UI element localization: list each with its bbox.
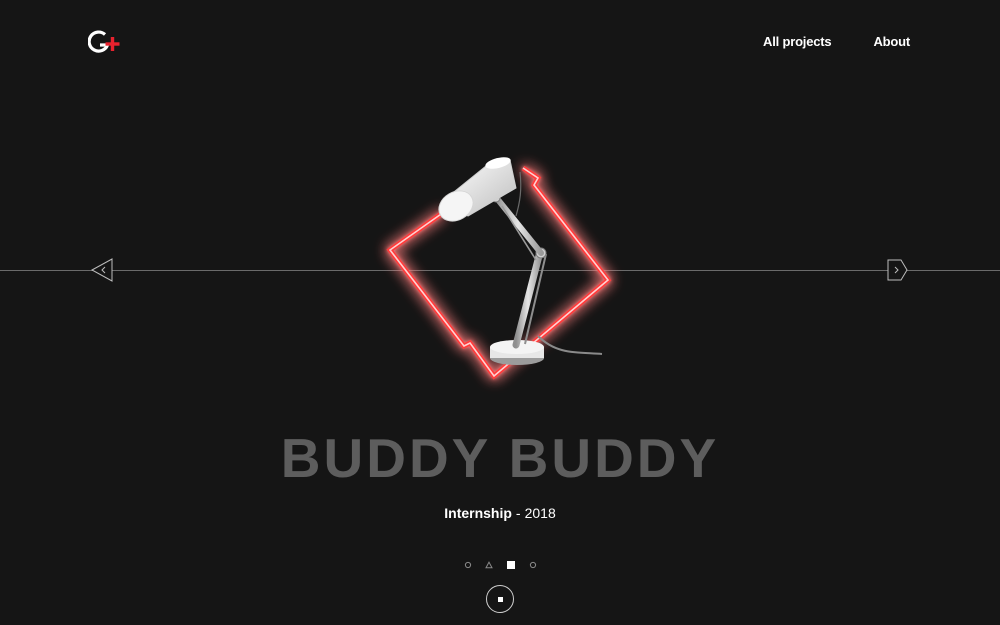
- pagination-dot-4[interactable]: [529, 561, 537, 569]
- project-title[interactable]: BUDDY BUDDY: [0, 425, 1000, 491]
- meta-separator: -: [515, 505, 521, 521]
- pagination-dot-3-active[interactable]: [506, 560, 516, 570]
- slide-pagination: [460, 559, 540, 571]
- g-plus-logo-icon: [88, 30, 120, 53]
- nav-about[interactable]: About: [873, 34, 910, 49]
- project-image[interactable]: [360, 140, 640, 400]
- chevron-left-triangle-icon: [90, 258, 113, 282]
- square-icon: [497, 596, 503, 602]
- logo[interactable]: [88, 28, 122, 56]
- desk-lamp-neon-diamond-icon: [386, 157, 612, 380]
- open-project-button[interactable]: [486, 585, 514, 613]
- project-type: Internship: [444, 505, 512, 521]
- prev-slide-button[interactable]: [90, 258, 114, 282]
- project-meta: Internship -2018: [0, 505, 1000, 521]
- pagination-dot-2[interactable]: [484, 561, 493, 569]
- chevron-right-pentagon-icon: [887, 259, 908, 281]
- next-slide-button[interactable]: [884, 258, 908, 282]
- pagination-dot-1[interactable]: [464, 561, 472, 569]
- project-year: 2018: [524, 505, 556, 521]
- page: All projects About BUDDY BUDDY Internshi…: [0, 0, 1000, 625]
- main-nav: All projects About: [763, 34, 910, 49]
- nav-all-projects[interactable]: All projects: [763, 34, 832, 49]
